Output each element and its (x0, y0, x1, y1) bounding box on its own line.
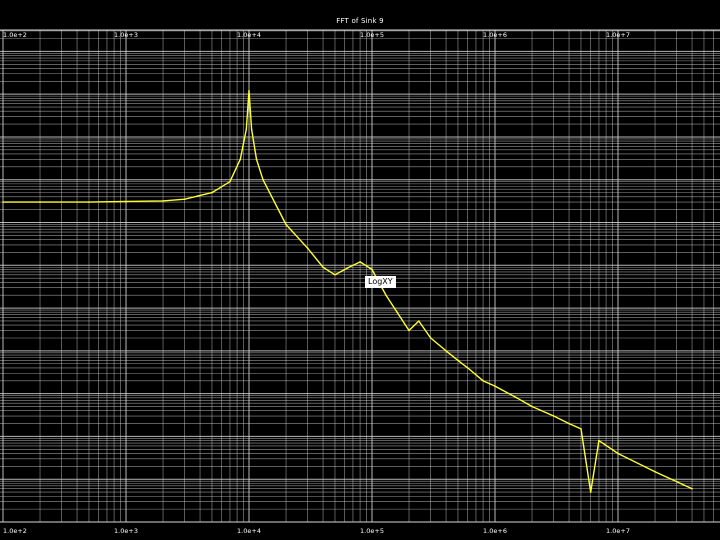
x-tick-label-top: 1.0e+7 (606, 31, 630, 39)
spectrum-data-point (385, 294, 387, 297)
spectrum-data-point (580, 428, 582, 430)
spectrum-data-point (359, 261, 361, 263)
plot-title: FFT of Sink 9 (336, 17, 384, 25)
spectrum-data-point (285, 223, 287, 226)
spectrum-data-point (211, 191, 213, 194)
spectrum-data-point (306, 247, 309, 250)
spectrum-data-point (598, 439, 600, 442)
spectrum-data-point (88, 201, 90, 203)
x-tick-label-top: 1.0e+5 (360, 31, 384, 39)
x-tick-label-top: 1.0e+4 (237, 31, 261, 39)
spectrum-data-point (245, 128, 248, 131)
spectrum-data-point (531, 405, 533, 408)
spectrum-data-point (262, 178, 264, 181)
spectrum-data-point (162, 200, 164, 202)
spectrum-data-point (568, 422, 570, 425)
fft-plot-area[interactable]: 1.0e+2 1.0e+3 1.0e+4 1.0e+5 1.0e+6 1.0e+7 1.0e… (0, 0, 720, 540)
spectrum-data-point (39, 201, 41, 203)
spectrum-data-point (691, 487, 693, 490)
x-tick-label-bottom: 1.0e+2 (3, 527, 27, 535)
spectrum-data-point (125, 200, 127, 203)
x-tick-label-bottom: 1.0e+5 (360, 527, 384, 535)
spectrum-data-point (183, 198, 186, 200)
spectrum-data-point (617, 452, 619, 455)
spectrum-data-point (482, 380, 484, 382)
x-tick-label-top: 1.0e+3 (114, 31, 138, 39)
spectrum-data-point (552, 415, 555, 417)
spectrum-data-point (229, 180, 231, 183)
spectrum-data-point (429, 337, 432, 339)
spectrum-data-point (408, 329, 410, 332)
log-xy-mode-badge[interactable]: LogXY (365, 276, 396, 288)
spectrum-data-point (348, 266, 350, 269)
spectrum-data-point (457, 359, 459, 362)
spectrum-data-point (445, 350, 447, 352)
spectrum-data-point (466, 367, 469, 369)
x-tick-label-top: 1.0e+6 (483, 31, 507, 39)
spectrum-data-point (334, 274, 336, 276)
x-tick-label-bottom: 1.0e+4 (237, 527, 261, 535)
spectrum-data-point (494, 385, 496, 387)
spectrum-data-point (371, 268, 373, 271)
spectrum-data-point (589, 491, 592, 493)
spectrum-data-point (396, 311, 398, 314)
spectrum-data-point (250, 128, 253, 131)
x-tick-label-top: 1.0e+2 (3, 31, 27, 39)
spectrum-data-point (239, 158, 242, 161)
spectrum-data-point (654, 470, 656, 473)
spectrum-data-point (322, 266, 324, 269)
x-tick-label-bottom: 1.0e+6 (483, 527, 507, 535)
spectrum-data-point (255, 158, 258, 161)
spectrum-data-point (2, 201, 4, 203)
spectrum-data-point (515, 397, 518, 399)
x-tick-label-bottom: 1.0e+7 (606, 527, 630, 535)
x-tick-label-bottom: 1.0e+3 (114, 527, 138, 535)
spectrum-data-point (248, 90, 250, 92)
spectrum-data-point (418, 320, 420, 322)
